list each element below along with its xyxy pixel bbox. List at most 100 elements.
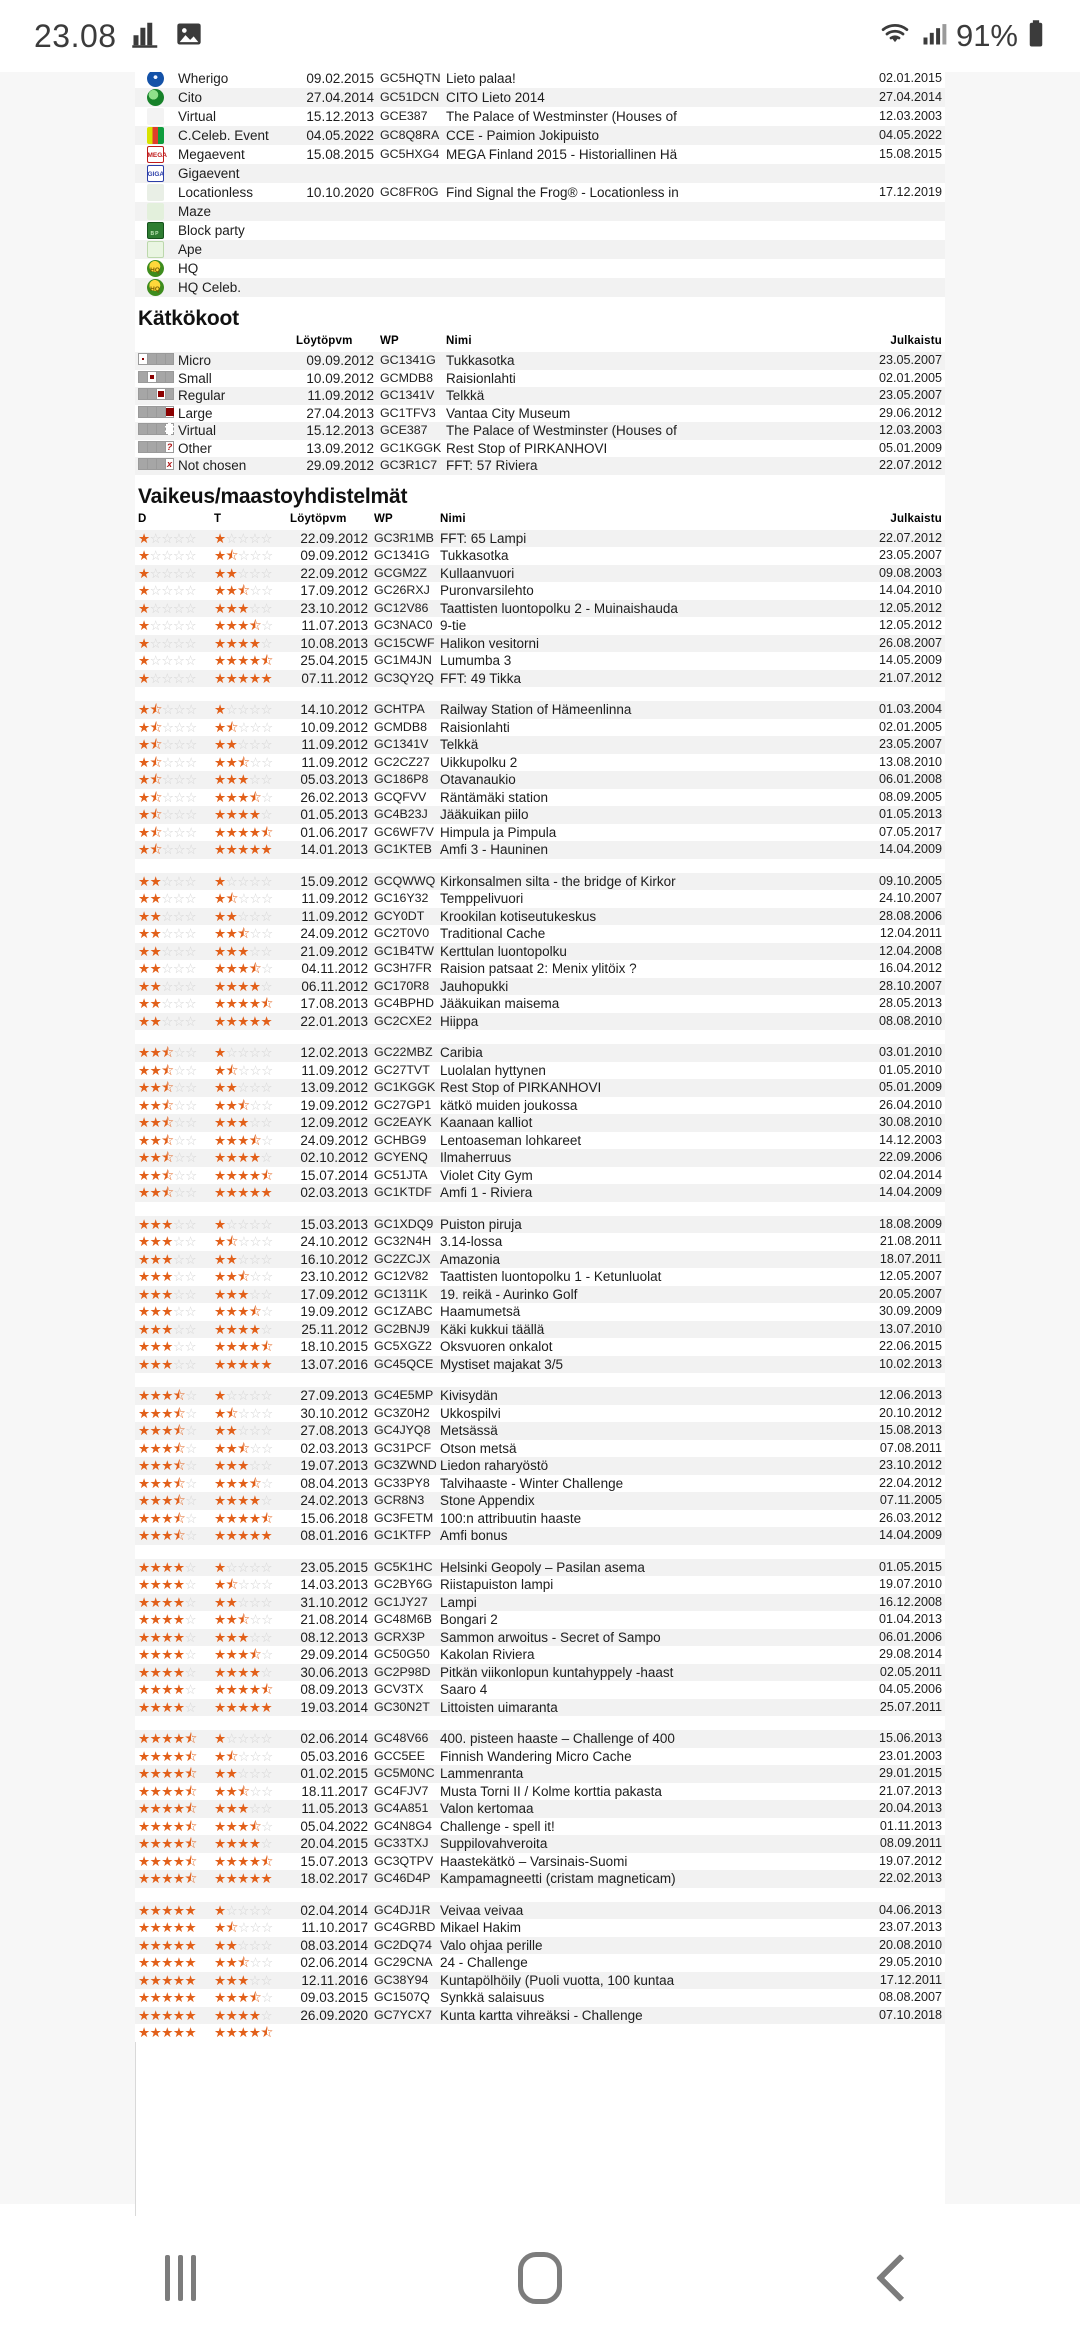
- table-row[interactable]: ★☆☆☆☆ ★★⯪☆☆ 17.09.2012 GC26RXJ Puronvarsileh…: [135, 582, 945, 600]
- table-row[interactable]: ★★★★★ ★★★⯪☆ 09.03.2015 GC1507Q Synkkä salais…: [135, 1989, 945, 2007]
- table-row[interactable]: ★★★★⯪ ★★★⯪☆ 05.04.2022 GC4N8G4 Challenge - s…: [135, 1817, 945, 1835]
- table-row[interactable]: ★★★☆☆ ★★★★☆ 25.11.2012 GC2BNJ9 Käki kukkui t…: [135, 1320, 945, 1338]
- table-row[interactable]: ★★★☆☆ ★★★★★ 13.07.2016 GC45QCE Mystiset maja…: [135, 1355, 945, 1373]
- table-row[interactable]: ★★★★★ ★★⯪☆☆ 02.06.2014 GC29CNA 24 - Challeng…: [135, 1954, 945, 1972]
- table-row[interactable]: ★★⯪☆☆ ★★☆☆☆ 13.09.2012 GC1KGGK Rest Stop of …: [135, 1079, 945, 1097]
- table-row[interactable]: ★★★⯪☆ ★★★☆☆ 19.07.2013 GC3ZWND Liedon rahary…: [135, 1457, 945, 1475]
- table-row[interactable]: ★★★★⯪ ★★⯪☆☆ 18.11.2017 GC4FJV7 Musta Torni I…: [135, 1782, 945, 1800]
- table-row[interactable]: ★★★⯪☆ ★☆☆☆☆ 27.09.2013 GC4E5MP Kivisydän 12.0…: [135, 1387, 945, 1405]
- table-row[interactable]: ★☆☆☆☆ ★⯪☆☆☆ 09.09.2012 GC1341G Tukkasotka 23.…: [135, 547, 945, 565]
- table-row[interactable]: ★★☆☆☆ ★★★★★ 22.01.2013 GC2CXE2 Hiippa 08.08.2…: [135, 1012, 945, 1030]
- table-row[interactable]: ★★☆☆☆ ★★★☆☆ 21.09.2012 GC1B4TW Kerttulan luo…: [135, 942, 945, 960]
- table-row[interactable]: ★★★★☆ ★☆☆☆☆ 23.05.2015 GC5K1HC Helsinki Geop…: [135, 1558, 945, 1576]
- table-row[interactable]: ★★★☆☆ ★★☆☆☆ 16.10.2012 GC2ZCJX Amazonia 18.07…: [135, 1250, 945, 1268]
- table-row[interactable]: ★★☆☆☆ ★★★⯪☆ 04.11.2012 GC3H7FR Raision patsa…: [135, 960, 945, 978]
- table-row[interactable]: ★★⯪☆☆ ★★★☆☆ 12.09.2012 GC2EAYK Kaanaan kalli…: [135, 1114, 945, 1132]
- table-row[interactable]: ★★☆☆☆ ★⯪☆☆☆ 11.09.2012 GC16Y32 Temppelivuori…: [135, 890, 945, 908]
- table-row[interactable]: BP Block party: [135, 221, 945, 240]
- table-row[interactable]: ★★★★⯪ ★★★★⯪ 15.07.2013 GC3QTPV Haastekätkö –…: [135, 1852, 945, 1870]
- table-row[interactable]: ★★★☆☆ ★★★★⯪ 18.10.2015 GC5XGZ2 Oksvuoren onk…: [135, 1338, 945, 1356]
- table-row[interactable]: HQ HQ Celeb.: [135, 278, 945, 297]
- table-row[interactable]: MEGA Megaevent 15.08.2015 GC5HXG4 MEGA Finla…: [135, 145, 945, 164]
- table-row[interactable]: ★★★★☆ ★★⯪☆☆ 21.08.2014 GC48M6B Bongari 2 01.0…: [135, 1611, 945, 1629]
- home-button[interactable]: [450, 2216, 630, 2340]
- table-row[interactable]: ★★★⯪☆ ★★⯪☆☆ 02.03.2013 GC31PCF Otson metsä 07…: [135, 1439, 945, 1457]
- table-row[interactable]: ★★★★⯪ ★★★★★ 18.02.2017 GC46D4P Kampamagneett…: [135, 1870, 945, 1888]
- table-row[interactable]: ★★★★★ ★★★☆☆ 12.11.2016 GC38Y94 Kuntapölhöily…: [135, 1971, 945, 1989]
- table-row[interactable]: ★★★★★ ★☆☆☆☆ 02.04.2014 GC4DJ1R Veivaa veivaa…: [135, 1901, 945, 1919]
- table-row[interactable]: ★★★★☆ ★★★★☆ 30.06.2013 GC2P98D Pitkän viikon…: [135, 1663, 945, 1681]
- table-row[interactable]: ★★⯪☆☆ ★★★★★ 02.03.2013 GC1KTDF Amfi 1 - Rivi…: [135, 1184, 945, 1202]
- table-row[interactable]: ★☆☆☆☆ ★☆☆☆☆ 22.09.2012 GC3R1MB FFT: 65 Lampi…: [135, 529, 945, 547]
- table-row[interactable]: Wherigo 09.02.2015 GC5HQTN Lieto palaa! 02.0…: [135, 72, 945, 88]
- table-row[interactable]: Micro 09.09.2012 GC1341G Tukkasotka 23.05.20…: [135, 352, 945, 370]
- table-row[interactable]: ★★★☆☆ ★★★⯪☆ 19.09.2012 GC1ZABC Haamumetsä 30.…: [135, 1303, 945, 1321]
- table-row[interactable]: x Not chosen 29.09.2012 GC3R1C7 FFT: 57 Rivi…: [135, 457, 945, 475]
- table-row[interactable]: ★★★★⯪ ★★☆☆☆ 01.02.2015 GC5M0NC Lammenranta 29…: [135, 1765, 945, 1783]
- table-row[interactable]: ★⯪☆☆☆ ★★★★☆ 01.05.2013 GC4B23J Jääkuikan pii…: [135, 806, 945, 824]
- table-row[interactable]: ★★⯪☆☆ ★☆☆☆☆ 12.02.2013 GC22MBZ Caribia 03.01.…: [135, 1044, 945, 1062]
- browser-viewport[interactable]: Letterbox12.01.2013GC3225MAT Abo - Turku…: [0, 72, 1080, 2274]
- table-row[interactable]: ★★★★☆ ★★★★★ 19.03.2014 GC30N2T Littoisten ui…: [135, 1698, 945, 1716]
- table-row[interactable]: ★★★☆☆ ★⯪☆☆☆ 24.10.2012 GC32N4H 3.14-lossa 21.…: [135, 1233, 945, 1251]
- table-row[interactable]: Large 27.04.2013 GC1TFV3 Vantaa City Museum…: [135, 404, 945, 422]
- table-row[interactable]: ★★☆☆☆ ★★★★⯪ 17.08.2013 GC4BPHD Jääkuikan mai…: [135, 995, 945, 1013]
- table-row[interactable]: C.Celeb. Event 04.05.2022 GC8Q8RA CCE - Pai…: [135, 126, 945, 145]
- table-row[interactable]: ★★★★★ ★★★★⯪: [135, 2024, 945, 2042]
- table-row[interactable]: ★★☆☆☆ ★★☆☆☆ 11.09.2012 GCY0DT Krookilan koti…: [135, 907, 945, 925]
- table-row[interactable]: ★⯪☆☆☆ ★★★★⯪ 01.06.2017 GC6WF7V Himpula ja Pi…: [135, 823, 945, 841]
- table-row[interactable]: ★★★☆☆ ★★⯪☆☆ 23.10.2012 GC12V82 Taattisten lu…: [135, 1268, 945, 1286]
- table-row[interactable]: ★★★★⯪ ★⯪☆☆☆ 05.03.2016 GCC5EE Finnish Wander…: [135, 1747, 945, 1765]
- table-row[interactable]: ★★★☆☆ ★★★☆☆ 17.09.2012 GC1311K 19. reikä - A…: [135, 1285, 945, 1303]
- table-row[interactable]: ★★⯪☆☆ ★★★⯪☆ 24.09.2012 GCHBG9 Lentoaseman lo…: [135, 1131, 945, 1149]
- table-row[interactable]: ★★⯪☆☆ ★★★★☆ 02.10.2012 GCYENQ Ilmaherruus 22.…: [135, 1149, 945, 1167]
- table-row[interactable]: ★★☆☆☆ ★★⯪☆☆ 24.09.2012 GC2T0V0 Traditional C…: [135, 925, 945, 943]
- table-row[interactable]: ★⯪☆☆☆ ★★★⯪☆ 26.02.2013 GCQFVV Räntämäki stat…: [135, 788, 945, 806]
- back-button[interactable]: [810, 2216, 990, 2340]
- table-row[interactable]: Cito 27.04.2014 GC51DCN CITO Lieto 2014 27.0…: [135, 88, 945, 107]
- table-row[interactable]: ★☆☆☆☆ ★★★⯪☆ 11.07.2013 GC3NAC0 9-tie 12.05.20…: [135, 617, 945, 635]
- table-row[interactable]: ★★★★☆ ★★★☆☆ 08.12.2013 GCRX3P Sammon arwoitu…: [135, 1628, 945, 1646]
- table-row[interactable]: Virtual 15.12.2013 GCE387 The Palace of Wes…: [135, 422, 945, 440]
- table-row[interactable]: ★☆☆☆☆ ★★★☆☆ 23.10.2012 GC12V86 Taattisten lu…: [135, 599, 945, 617]
- table-row[interactable]: HQ HQ: [135, 259, 945, 278]
- table-row[interactable]: Ape: [135, 240, 945, 259]
- table-row[interactable]: ★★★★★ ★★★★☆ 26.09.2020 GC7YCX7 Kunta kartta …: [135, 2006, 945, 2024]
- table-row[interactable]: ★★★⯪☆ ★⯪☆☆☆ 30.10.2012 GC3Z0H2 Ukkospilvi 20.…: [135, 1404, 945, 1422]
- table-row[interactable]: ★★★★★ ★⯪☆☆☆ 11.10.2017 GC4GRBD Mikael Hakim 2…: [135, 1919, 945, 1937]
- table-row[interactable]: ★☆☆☆☆ ★★☆☆☆ 22.09.2012 GCGM2Z Kullaanvuori 09…: [135, 564, 945, 582]
- table-row[interactable]: ★★★★☆ ★⯪☆☆☆ 14.03.2013 GC2BY6G Riistapuiston…: [135, 1576, 945, 1594]
- table-row[interactable]: ★★★★⯪ ★☆☆☆☆ 02.06.2014 GC48V66 400. pisteen …: [135, 1730, 945, 1748]
- table-row[interactable]: Maze: [135, 202, 945, 221]
- table-row[interactable]: Locationless 10.10.2020 GC8FR0G Find Signal…: [135, 183, 945, 202]
- table-row[interactable]: ★★★★☆ ★★☆☆☆ 31.10.2012 GC1JY27 Lampi 16.12.20…: [135, 1593, 945, 1611]
- table-row[interactable]: ★★⯪☆☆ ★★⯪☆☆ 19.09.2012 GC27GP1 kätkö muiden …: [135, 1096, 945, 1114]
- table-row[interactable]: ★★★⯪☆ ★★☆☆☆ 27.08.2013 GC4JYQ8 Metsässä 15.08…: [135, 1422, 945, 1440]
- table-row[interactable]: ★★★★⯪ ★★★★☆ 20.04.2015 GC33TXJ Suppilovahver…: [135, 1835, 945, 1853]
- table-row[interactable]: GIGA Gigaevent: [135, 164, 945, 183]
- table-row[interactable]: ★★★★☆ ★★★★⯪ 08.09.2013 GCV3TX Saaro 4 04.05.2…: [135, 1681, 945, 1699]
- table-row[interactable]: ★★★☆☆ ★☆☆☆☆ 15.03.2013 GC1XDQ9 Puiston piruj…: [135, 1215, 945, 1233]
- table-row[interactable]: ★★☆☆☆ ★☆☆☆☆ 15.09.2012 GCQWWQ Kirkonsalmen s…: [135, 872, 945, 890]
- table-row[interactable]: ★☆☆☆☆ ★★★★⯪ 25.04.2015 GC1M4JN Lumumba 3 14.0…: [135, 652, 945, 670]
- table-row[interactable]: ★☆☆☆☆ ★★★★★ 07.11.2012 GC3QY2Q FFT: 49 Tikka…: [135, 669, 945, 687]
- table-row[interactable]: ★⯪☆☆☆ ★⯪☆☆☆ 10.09.2012 GCMDB8 Raisionlahti 02…: [135, 718, 945, 736]
- recents-button[interactable]: [90, 2216, 270, 2340]
- table-row[interactable]: Regular 11.09.2012 GC1341V Telkkä 23.05.2007: [135, 387, 945, 405]
- table-row[interactable]: ★⯪☆☆☆ ★★☆☆☆ 11.09.2012 GC1341V Telkkä 23.05.2…: [135, 736, 945, 754]
- table-row[interactable]: ★★⯪☆☆ ★⯪☆☆☆ 11.09.2012 GC27TVT Luolalan hytt…: [135, 1061, 945, 1079]
- table-row[interactable]: ★⯪☆☆☆ ★★★☆☆ 05.03.2013 GC186P8 Otavanaukio 06…: [135, 771, 945, 789]
- table-row[interactable]: ★★★★⯪ ★★★☆☆ 11.05.2013 GC4A851 Valon kertoma…: [135, 1800, 945, 1818]
- table-row[interactable]: Small 10.09.2012 GCMDB8 Raisionlahti 02.01.2…: [135, 369, 945, 387]
- table-row[interactable]: ★★★⯪☆ ★★★★★ 08.01.2016 GC1KTFP Amfi bonus 14.…: [135, 1527, 945, 1545]
- table-row[interactable]: ★★⯪☆☆ ★★★★⯪ 15.07.2014 GC51JTA Violet City G…: [135, 1166, 945, 1184]
- table-row[interactable]: ★⯪☆☆☆ ★★★★★ 14.01.2013 GC1KTEB Amfi 3 - Haun…: [135, 841, 945, 859]
- table-row[interactable]: ★★★★☆ ★★★⯪☆ 29.09.2014 GC50G50 Kakolan Rivie…: [135, 1646, 945, 1664]
- table-row[interactable]: ★★★★★ ★★☆☆☆ 08.03.2014 GC2DQ74 Valo ohjaa pe…: [135, 1936, 945, 1954]
- table-row[interactable]: ★★☆☆☆ ★★★★☆ 06.11.2012 GC170R8 Jauhopukki 28.…: [135, 977, 945, 995]
- table-row[interactable]: ★★★⯪☆ ★★★★⯪ 15.06.2018 GC3FETM 100:n attribu…: [135, 1509, 945, 1527]
- table-row[interactable]: ★★★⯪☆ ★★★⯪☆ 08.04.2013 GC33PY8 Talvihaaste -…: [135, 1474, 945, 1492]
- table-row[interactable]: ★⯪☆☆☆ ★☆☆☆☆ 14.10.2012 GCHTPA Railway Statio…: [135, 701, 945, 719]
- table-row[interactable]: ? Other 13.09.2012 GC1KGGK Rest Stop of PIRK…: [135, 439, 945, 457]
- table-row[interactable]: ★☆☆☆☆ ★★★★☆ 10.08.2013 GC15CWF Halikon vesit…: [135, 634, 945, 652]
